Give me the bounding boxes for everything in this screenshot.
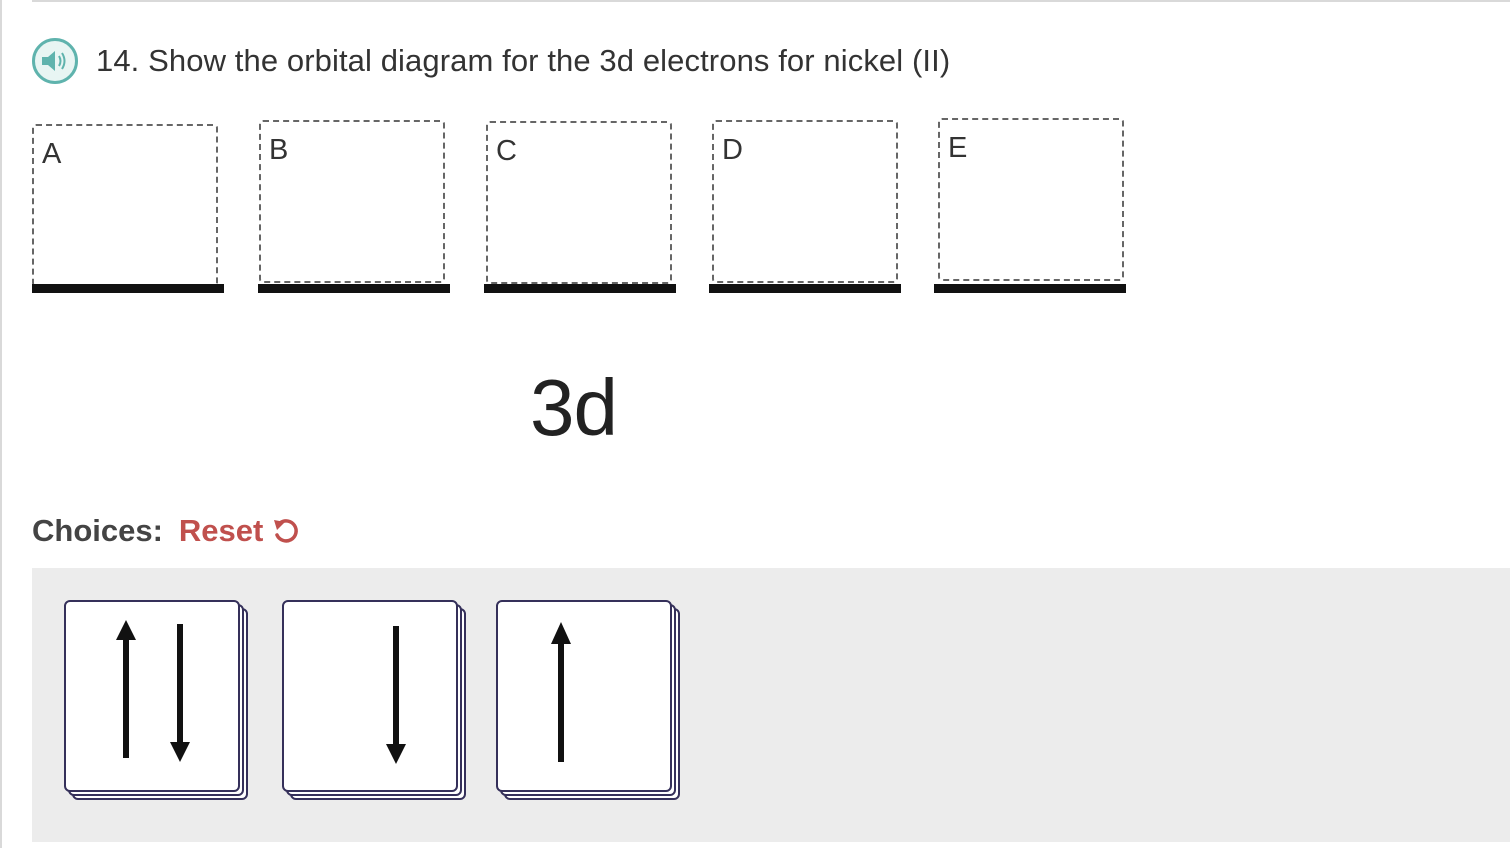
choice-card-paired[interactable] — [64, 600, 248, 800]
subshell-label: 3d — [530, 363, 618, 452]
reset-label: Reset — [178, 513, 264, 548]
undo-icon — [274, 519, 299, 543]
choice-card-up[interactable] — [496, 600, 680, 800]
question-page: 14. Show the orbital diagram for the 3d … — [0, 0, 1510, 848]
up-down-arrows-icon — [116, 620, 190, 762]
top-divider — [32, 0, 1510, 2]
drop-zone-b[interactable]: B — [259, 120, 445, 283]
question-header: 14. Show the orbital diagram for the 3d … — [32, 36, 950, 86]
choices-tray — [32, 568, 1510, 842]
drop-zone-d[interactable]: D — [712, 120, 898, 283]
speaker-icon[interactable] — [32, 38, 78, 84]
question-text: 14. Show the orbital diagram for the 3d … — [96, 43, 951, 78]
orbital-line-5 — [934, 284, 1126, 293]
left-divider — [0, 0, 2, 848]
choice-card-down[interactable] — [282, 600, 466, 800]
drop-zone-c[interactable]: C — [486, 121, 672, 284]
drop-zone-label: E — [948, 132, 968, 164]
drop-zone-e[interactable]: E — [938, 118, 1124, 281]
orbital-line-4 — [709, 284, 901, 293]
drop-zone-a[interactable]: A — [32, 124, 218, 287]
drop-zone-label: B — [269, 134, 289, 166]
up-arrow-icon — [551, 622, 571, 762]
orbital-line-1 — [32, 284, 224, 293]
drop-zone-label: C — [496, 135, 517, 167]
down-arrow-icon — [386, 626, 406, 764]
drop-zone-label: A — [42, 138, 62, 170]
orbital-line-2 — [258, 284, 450, 293]
orbital-line-3 — [484, 284, 676, 293]
reset-button[interactable]: Reset — [179, 513, 299, 549]
choices-header: Choices: Reset — [32, 513, 299, 549]
choices-label: Choices: — [32, 513, 163, 548]
drop-zone-label: D — [722, 134, 743, 166]
